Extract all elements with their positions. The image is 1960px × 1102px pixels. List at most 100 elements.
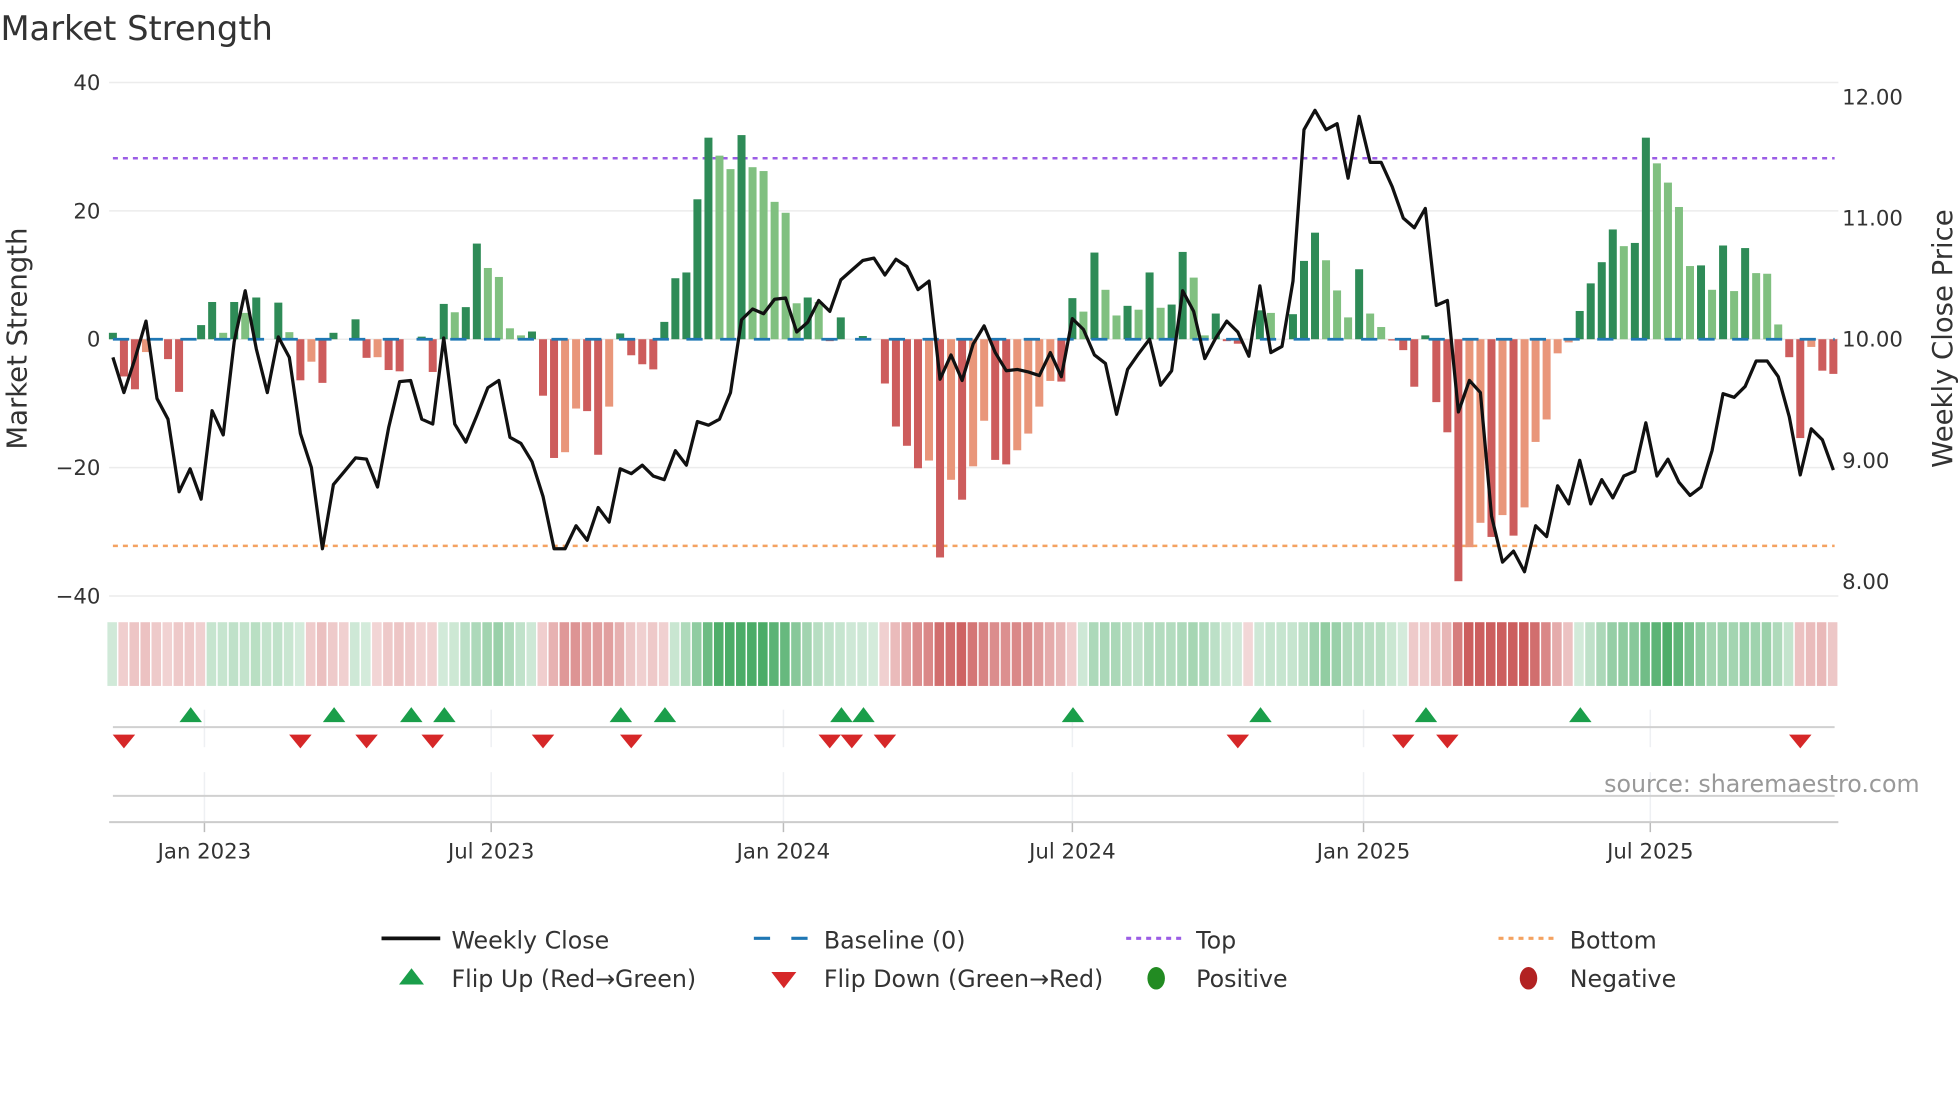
heat-cell	[1816, 622, 1827, 686]
x-tick-label: Jan 2023	[156, 839, 252, 864]
circle-icon	[1519, 967, 1538, 990]
heat-cell	[890, 622, 900, 686]
heat-cell	[713, 622, 724, 686]
flip-down-marker	[531, 734, 555, 749]
heat-cell	[228, 622, 239, 686]
heat-cell	[1552, 622, 1562, 686]
strength-bar	[1366, 313, 1375, 340]
heat-cell	[1276, 622, 1286, 686]
legend-item-flip-down[interactable]: Flip Down (Green→Red)	[771, 965, 1103, 993]
heat-cell	[592, 622, 603, 686]
heat-cell	[1662, 622, 1672, 686]
heat-cell	[680, 622, 691, 686]
heat-cell	[1629, 622, 1639, 686]
legend-item-baseline[interactable]: Baseline (0)	[753, 926, 966, 954]
strength-bar	[682, 272, 691, 340]
heat-cell	[1530, 622, 1540, 686]
y2-tick-label: 10.00	[1842, 328, 1903, 353]
strength-bar	[395, 339, 404, 372]
heat-cell	[1794, 622, 1805, 686]
heat-cell	[118, 622, 128, 686]
heat-cell	[614, 622, 625, 686]
legend: Weekly Close Baseline (0) Top Bottom Fli…	[381, 926, 1676, 993]
legend-item-negative[interactable]: Negative	[1519, 965, 1676, 993]
strength-bar	[1311, 232, 1320, 340]
source-note: source: sharemaestro.com	[1604, 770, 1919, 798]
flip-up-marker	[322, 707, 346, 723]
heat-cell	[636, 622, 647, 686]
right-axis-label: Weekly Close Price	[1927, 209, 1959, 467]
strength-bar	[274, 302, 283, 340]
heat-cell	[1430, 622, 1441, 686]
heat-cell	[294, 622, 305, 686]
heat-cell	[1474, 622, 1485, 686]
heat-cell	[1452, 622, 1463, 686]
heat-cell	[1210, 622, 1220, 686]
heat-cell	[261, 622, 272, 686]
heat-cell	[239, 622, 250, 686]
legend-item-flip-up[interactable]: Flip Up (Red→Green)	[399, 965, 696, 993]
strength-bar	[902, 339, 911, 446]
legend-item-top[interactable]: Top	[1126, 926, 1236, 954]
triangle-up-icon	[399, 968, 425, 985]
legend-item-weekly-close[interactable]: Weekly Close	[381, 926, 610, 954]
heat-cell	[1331, 622, 1342, 686]
heat-cell	[338, 622, 349, 686]
strength-bar	[1597, 262, 1606, 340]
heat-cell	[1585, 622, 1595, 686]
legend-item-positive[interactable]: Positive	[1147, 965, 1288, 993]
strength-bar	[1663, 182, 1672, 340]
strength-bar	[1763, 273, 1772, 340]
heat-cell	[184, 622, 195, 686]
strength-bar	[1090, 252, 1099, 340]
strength-bar	[1355, 269, 1364, 340]
strength-bar	[296, 339, 305, 381]
heat-cell	[250, 622, 261, 686]
strength-bar	[1542, 339, 1551, 420]
flip-down-marker	[1436, 734, 1459, 749]
strength-bar	[1322, 260, 1331, 340]
heat-cell	[570, 622, 581, 686]
legend-label: Bottom	[1570, 926, 1657, 954]
flip-down-marker	[355, 734, 378, 749]
heat-cell	[316, 622, 327, 686]
strength-bar	[1586, 283, 1595, 340]
strength-bar	[1421, 335, 1430, 340]
strength-bar	[704, 137, 713, 340]
strength-bars	[108, 135, 1838, 582]
legend-item-bottom[interactable]: Bottom	[1498, 926, 1657, 954]
heat-cell	[162, 622, 173, 686]
strength-bar	[1498, 339, 1507, 516]
strength-bar	[539, 339, 548, 396]
strength-bar	[1741, 248, 1750, 340]
y2-tick-label: 9.00	[1842, 449, 1889, 474]
strength-bar	[561, 339, 570, 453]
flip-down-marker	[818, 734, 842, 749]
heat-cell	[1287, 622, 1297, 686]
flip-up-marker	[1569, 707, 1592, 723]
strength-bar	[1344, 317, 1353, 340]
strength-bar	[1697, 265, 1706, 340]
heat-cell	[1111, 622, 1121, 686]
heat-cell	[1441, 622, 1452, 686]
heat-cell	[1254, 622, 1264, 686]
strength-bar	[1553, 339, 1562, 354]
heat-cell	[1144, 622, 1154, 686]
y2-tick-label: 8.00	[1842, 570, 1889, 595]
heat-cell	[1463, 622, 1474, 686]
flip-up-marker	[1061, 707, 1085, 723]
strength-bar	[572, 339, 581, 409]
heat-cell	[283, 622, 294, 686]
flip-markers-panel	[112, 707, 1835, 823]
strength-bar	[605, 339, 614, 407]
strength-bar	[1013, 339, 1022, 451]
heat-cell	[1364, 622, 1375, 686]
strength-bar	[693, 199, 702, 340]
strength-bar	[307, 339, 316, 362]
heat-cell	[1199, 622, 1209, 686]
x-tick-label: Jan 2024	[735, 839, 831, 864]
x-axis: Jan 2023 Jul 2023 Jan 2024 Jul 2024 Jan 2025…	[109, 821, 1839, 864]
heat-cell	[1166, 622, 1176, 686]
heat-cell	[305, 622, 316, 686]
heat-cell	[1221, 622, 1231, 686]
